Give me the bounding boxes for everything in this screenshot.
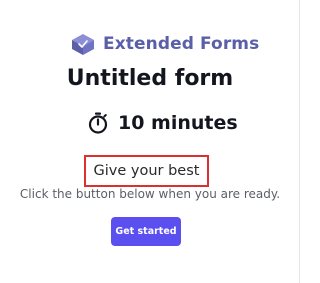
form-start-page: Extended Forms Untitled form 10 minutes … (0, 0, 300, 283)
callout-text: Give your best (93, 163, 200, 179)
give-your-best-callout: Give your best (84, 155, 209, 187)
instruction-text: Click the button below when you are read… (19, 187, 281, 201)
get-started-button[interactable]: Get started (111, 217, 181, 246)
brand-header: Extended Forms (70, 30, 259, 58)
form-title: Untitled form (66, 66, 234, 91)
time-limit-label: 10 minutes (118, 112, 238, 134)
stopwatch-icon (86, 111, 110, 135)
brand-name: Extended Forms (103, 34, 260, 54)
extended-forms-logo-icon (70, 31, 96, 57)
time-limit: 10 minutes (86, 109, 238, 137)
